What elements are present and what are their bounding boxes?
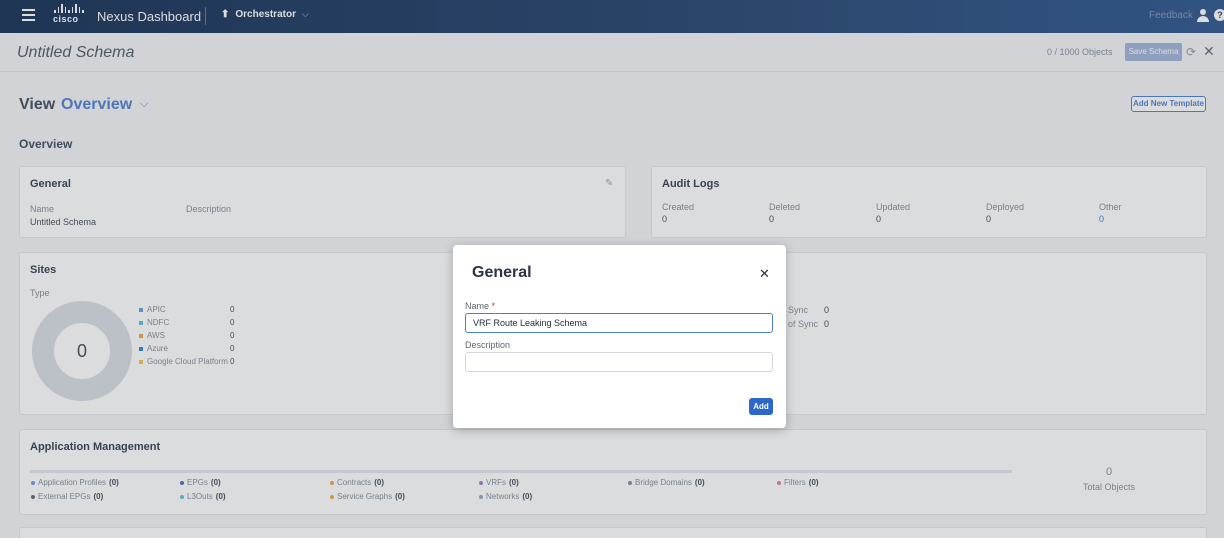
general-dialog: General ✕ Name * VRF Route Leaking Schem… [453, 245, 786, 428]
close-icon[interactable]: ✕ [759, 266, 770, 282]
add-button[interactable]: Add [749, 398, 773, 415]
description-input[interactable] [465, 352, 773, 372]
required-mark: * [491, 301, 496, 311]
description-label: Description [465, 340, 511, 350]
name-input[interactable]: VRF Route Leaking Schema [465, 313, 773, 333]
dialog-title: General [472, 264, 532, 281]
name-label: Name * [465, 301, 496, 311]
